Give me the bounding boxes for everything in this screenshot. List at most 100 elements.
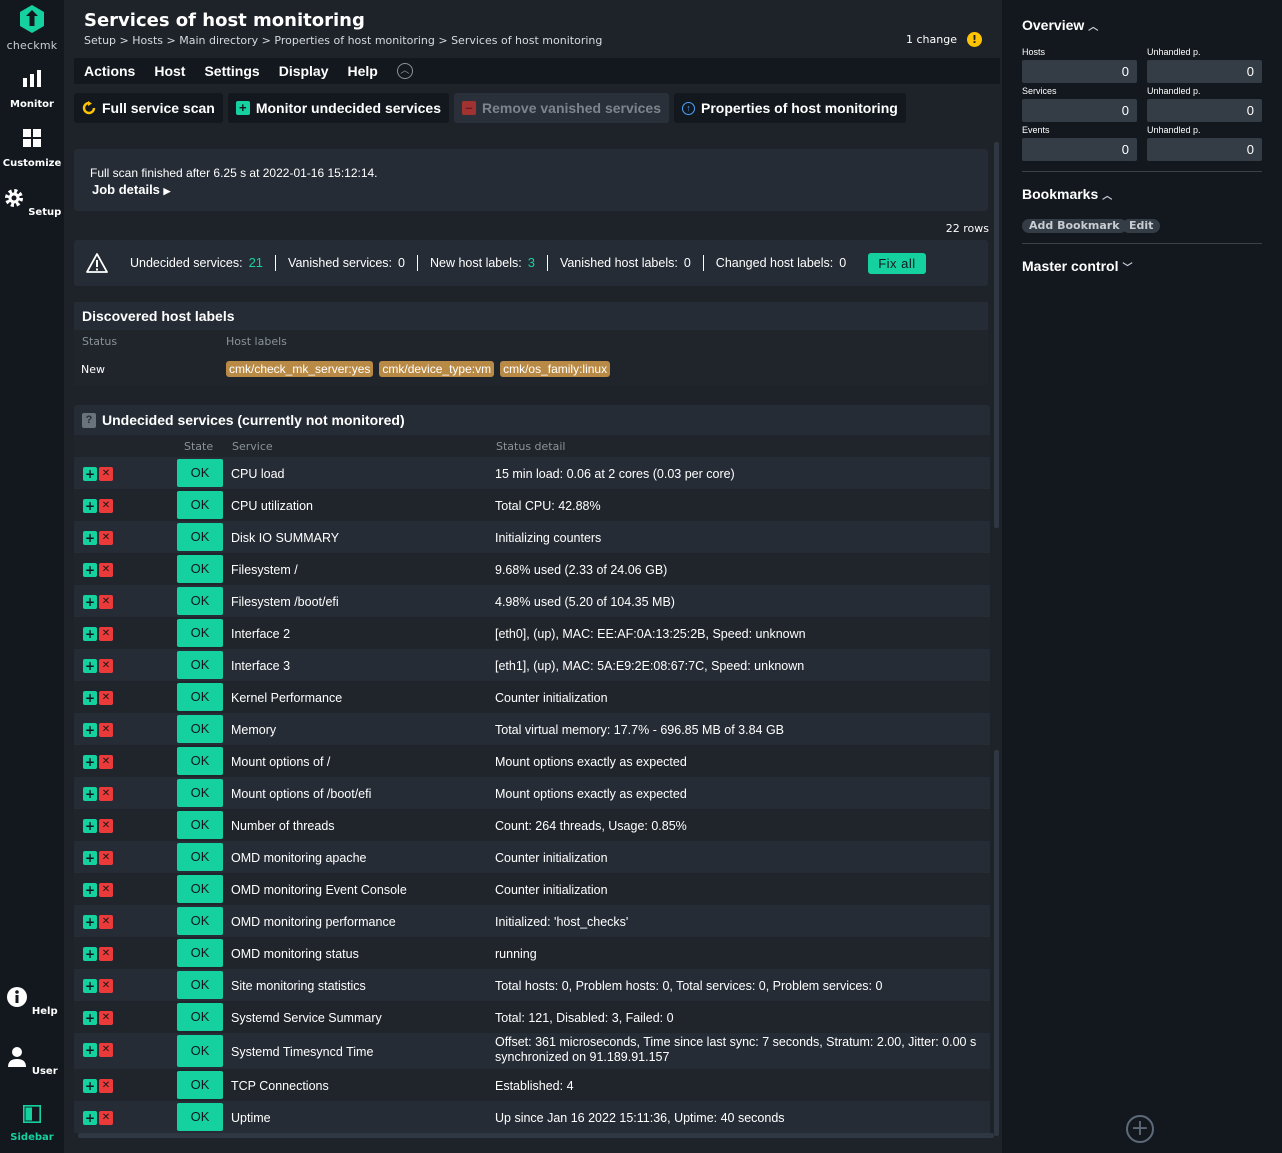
service-name[interactable]: OMD monitoring apache [231,851,366,865]
host-label-tag[interactable]: cmk/os_family:linux [500,361,611,377]
pending-changes[interactable]: 1 change ! [906,32,982,47]
disable-service-icon[interactable]: ✕ [99,467,113,481]
monitor-service-icon[interactable]: + [83,1011,97,1025]
col-state[interactable]: State [184,440,213,453]
hosts-unhandled-count[interactable]: 0 [1147,60,1262,83]
disable-service-icon[interactable]: ✕ [99,1111,113,1125]
disable-service-icon[interactable]: ✕ [99,595,113,609]
monitor-service-icon[interactable]: + [83,723,97,737]
service-name[interactable]: Systemd Timesyncd Time [231,1045,373,1059]
disable-service-icon[interactable]: ✕ [99,883,113,897]
service-name[interactable]: Uptime [231,1111,271,1125]
service-name[interactable]: OMD monitoring status [231,947,359,961]
disable-service-icon[interactable]: ✕ [99,755,113,769]
service-name[interactable]: Interface 3 [231,659,290,673]
disable-service-icon[interactable]: ✕ [99,499,113,513]
service-name[interactable]: Memory [231,723,276,737]
service-name[interactable]: OMD monitoring Event Console [231,883,407,897]
disable-service-icon[interactable]: ✕ [99,1011,113,1025]
monitor-service-icon[interactable]: + [83,659,97,673]
horizontal-scrollbar[interactable] [78,1133,994,1138]
service-name[interactable]: Mount options of /boot/efi [231,787,371,801]
add-bookmark-button[interactable]: Add Bookmark [1022,219,1127,233]
host-label-tag[interactable]: cmk/check_mk_server:yes [226,361,374,377]
events-count[interactable]: 0 [1022,138,1137,161]
services-count[interactable]: 0 [1022,99,1137,122]
monitor-service-icon[interactable]: + [83,883,97,897]
service-name[interactable]: Interface 2 [231,627,290,641]
service-name[interactable]: Site monitoring statistics [231,979,366,993]
col-service[interactable]: Service [232,440,273,453]
monitor-service-icon[interactable]: + [83,1079,97,1093]
hosts-count[interactable]: 0 [1022,60,1137,83]
fix-all-button[interactable]: Fix all [868,252,926,274]
service-name[interactable]: Kernel Performance [231,691,342,705]
bookmarks-snapin-title[interactable]: Bookmarks ︿ [1022,186,1112,202]
monitor-service-icon[interactable]: + [83,915,97,929]
disable-service-icon[interactable]: ✕ [99,563,113,577]
monitor-service-icon[interactable]: + [83,979,97,993]
monitor-service-icon[interactable]: + [83,467,97,481]
monitor-service-icon[interactable]: + [83,755,97,769]
breadcrumb[interactable]: Setup > Hosts > Main directory > Propert… [84,34,602,47]
service-name[interactable]: Mount options of / [231,755,330,769]
service-name[interactable]: Filesystem / [231,563,298,577]
monitor-service-icon[interactable]: + [83,499,97,513]
nav-setup[interactable]: Setup [0,187,64,218]
service-name[interactable]: OMD monitoring performance [231,915,396,929]
collapse-toolbar-icon[interactable]: ︿ [396,63,413,79]
disable-service-icon[interactable]: ✕ [99,531,113,545]
disable-service-icon[interactable]: ✕ [99,627,113,641]
service-name[interactable]: Number of threads [231,819,335,833]
vertical-scrollbar-lower[interactable] [994,750,999,1136]
menu-host[interactable]: Host [154,63,185,79]
disable-service-icon[interactable]: ✕ [99,659,113,673]
service-name[interactable]: CPU load [231,467,285,481]
nav-monitor[interactable]: Monitor [0,68,64,110]
edit-bookmarks-button[interactable]: Edit [1122,219,1161,233]
overview-snapin-title[interactable]: Overview ︿ [1022,17,1098,33]
monitor-service-icon[interactable]: + [83,787,97,801]
disable-service-icon[interactable]: ✕ [99,1079,113,1093]
menu-settings[interactable]: Settings [204,63,259,79]
monitor-service-icon[interactable]: + [83,851,97,865]
monitor-service-icon[interactable]: + [83,1111,97,1125]
monitor-service-icon[interactable]: + [83,595,97,609]
menu-display[interactable]: Display [279,63,329,79]
changes-count[interactable]: 1 change [906,33,957,46]
service-name[interactable]: CPU utilization [231,499,313,513]
monitor-service-icon[interactable]: + [83,563,97,577]
monitor-undecided-button[interactable]: + Monitor undecided services [227,93,450,123]
menu-actions[interactable]: Actions [84,63,135,79]
monitor-service-icon[interactable]: + [83,947,97,961]
col-status-detail[interactable]: Status detail [496,440,565,453]
disable-service-icon[interactable]: ✕ [99,851,113,865]
disable-service-icon[interactable]: ✕ [99,1043,113,1057]
full-service-scan-button[interactable]: Full service scan [74,93,223,123]
monitor-service-icon[interactable]: + [83,819,97,833]
disable-service-icon[interactable]: ✕ [99,979,113,993]
menu-help[interactable]: Help [348,63,378,79]
disable-service-icon[interactable]: ✕ [99,691,113,705]
checkmk-logo[interactable]: checkmk [0,4,64,52]
events-unhandled-count[interactable]: 0 [1147,138,1262,161]
disable-service-icon[interactable]: ✕ [99,787,113,801]
nav-sidebar[interactable]: Sidebar [0,1105,64,1143]
service-name[interactable]: Systemd Service Summary [231,1011,382,1025]
job-details-link[interactable]: Job details ▶ [92,182,972,197]
disable-service-icon[interactable]: ✕ [99,915,113,929]
monitor-service-icon[interactable]: + [83,1043,97,1057]
host-properties-button[interactable]: ↑ Properties of host monitoring [674,93,906,123]
add-snapin-icon[interactable]: + [1126,1115,1154,1143]
disable-service-icon[interactable]: ✕ [99,723,113,737]
remove-vanished-button[interactable]: – Remove vanished services [454,93,670,123]
nav-customize[interactable]: Customize [0,127,64,169]
monitor-service-icon[interactable]: + [83,627,97,641]
host-label-tag[interactable]: cmk/device_type:vm [379,361,495,377]
monitor-service-icon[interactable]: + [83,531,97,545]
vertical-scrollbar[interactable] [994,142,999,528]
service-name[interactable]: Filesystem /boot/efi [231,595,339,609]
service-name[interactable]: TCP Connections [231,1079,329,1093]
service-name[interactable]: Disk IO SUMMARY [231,531,339,545]
services-unhandled-count[interactable]: 0 [1147,99,1262,122]
